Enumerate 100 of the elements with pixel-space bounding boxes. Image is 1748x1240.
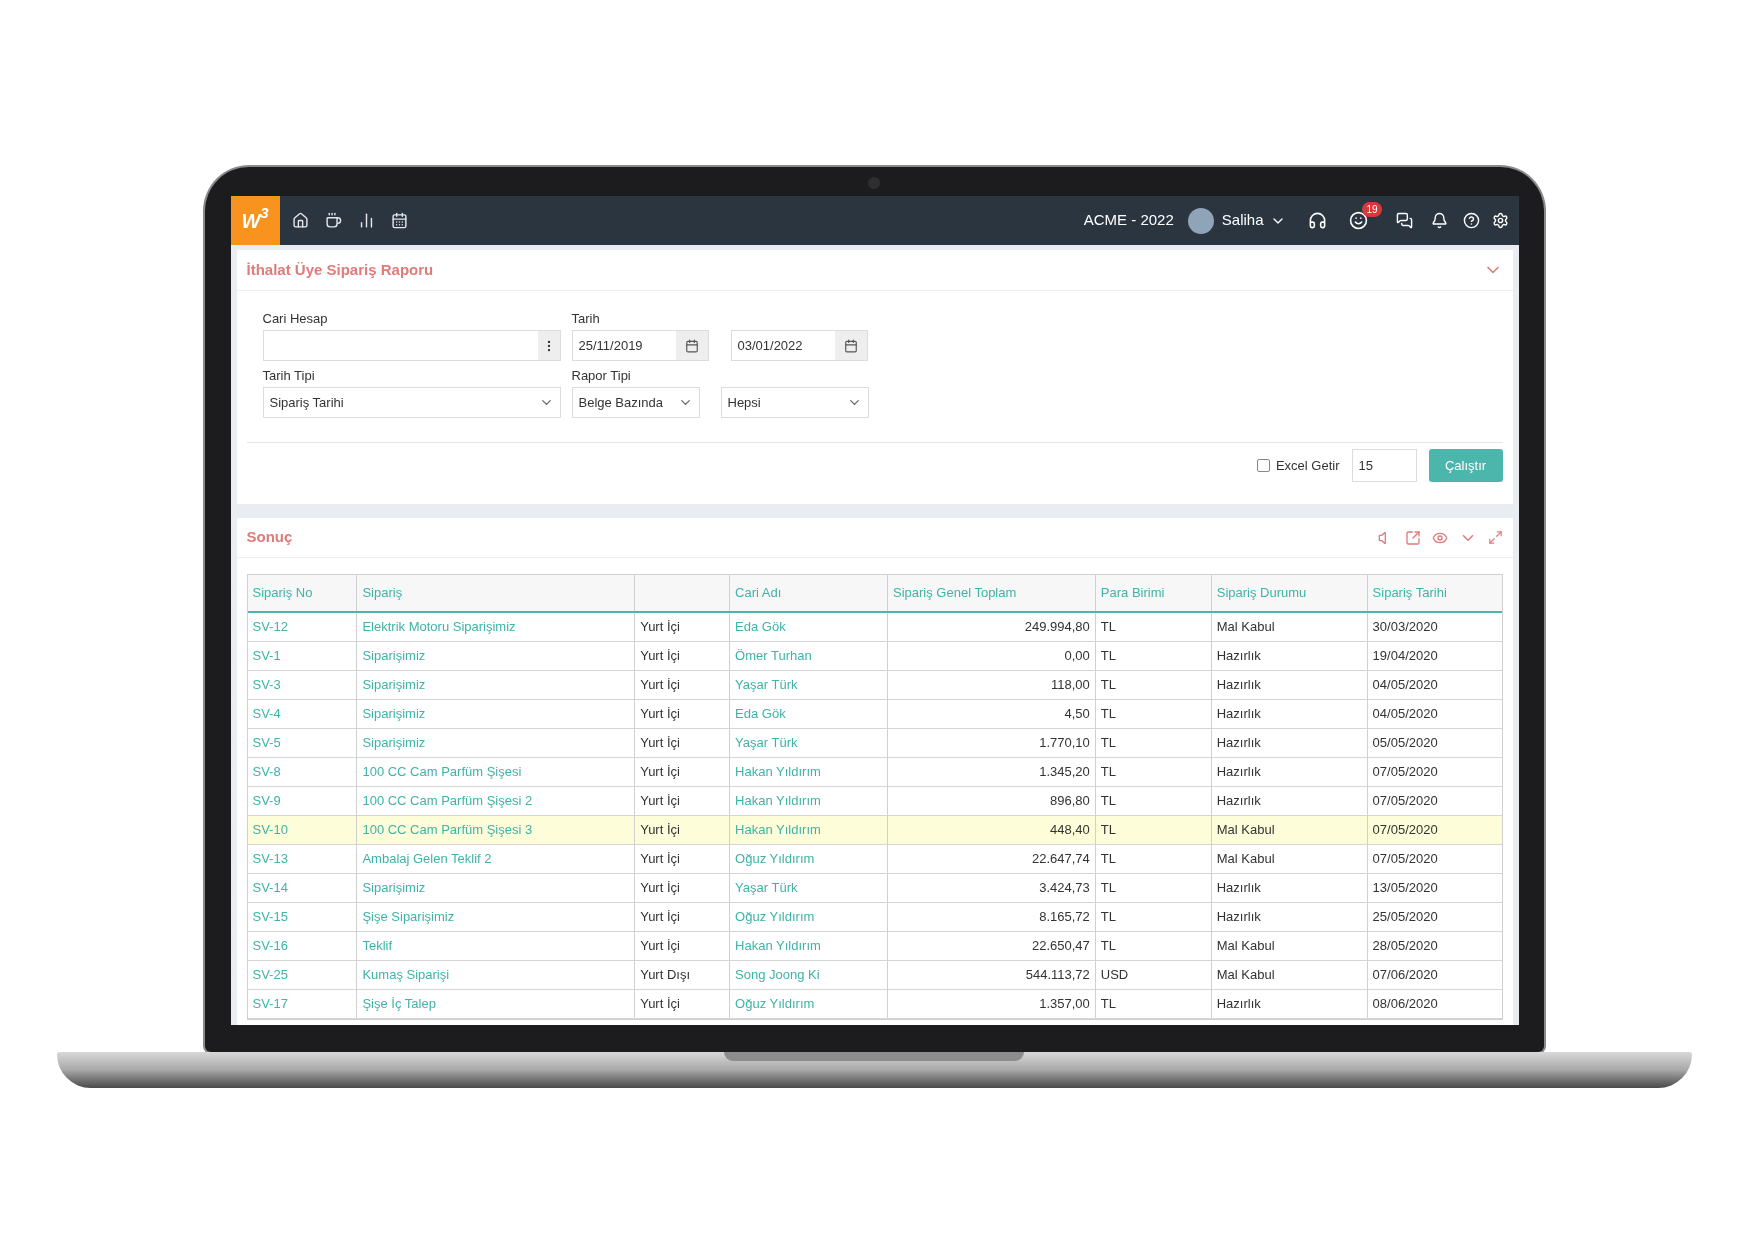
table-cell-text: Yurt İçi xyxy=(640,763,680,782)
settings-icon[interactable] xyxy=(1491,212,1509,229)
table-cell-text: Hazırlık xyxy=(1216,995,1261,1014)
table-link[interactable]: SV-12 xyxy=(252,617,288,637)
table-cell-text: 07/05/2020 xyxy=(1372,792,1438,811)
run-button[interactable]: Çalıştır xyxy=(1428,449,1503,482)
table-cell-text: TL xyxy=(1100,995,1116,1014)
table-link[interactable]: Teklif xyxy=(362,936,393,956)
table-link[interactable]: Siparişimiz xyxy=(362,704,426,724)
table-link[interactable]: SV-17 xyxy=(252,994,288,1014)
expand-icon[interactable] xyxy=(1487,530,1503,545)
table-link[interactable]: Elektrik Motoru Siparişimiz xyxy=(362,617,516,637)
calendar-icon[interactable] xyxy=(390,212,408,229)
input-field[interactable] xyxy=(262,330,561,361)
table-row[interactable]: SV-4 Siparişimiz Yurt İçi Eda Gök 4,50 TL Hazırlık 04/05/2020 xyxy=(247,700,1502,729)
table-link[interactable]: SV-25 xyxy=(252,965,288,985)
column-header[interactable]: Sipariş xyxy=(362,583,403,603)
table-link[interactable]: Yaşar Türk xyxy=(735,733,798,753)
table-link[interactable]: 100 CC Cam Parfüm Şişesi xyxy=(362,762,522,782)
table-link[interactable]: SV-5 xyxy=(252,733,281,753)
table-link[interactable]: SV-8 xyxy=(252,762,281,782)
company-name[interactable]: ACME - 2022 xyxy=(1083,209,1174,232)
select-field[interactable]: Sipariş Tarihi xyxy=(262,387,561,418)
table-link[interactable]: Siparişimiz xyxy=(362,878,426,898)
select-field[interactable]: Belge Bazında xyxy=(571,387,700,418)
table-link[interactable]: Şişe Siparişimiz xyxy=(362,907,455,927)
table-link[interactable]: Şişe İç Talep xyxy=(362,994,436,1014)
table-cell-text: Yurt İçi xyxy=(640,937,680,956)
table-link[interactable]: Kumaş Siparişi xyxy=(362,965,450,985)
table-link[interactable]: Eda Gök xyxy=(735,617,786,637)
table-link[interactable]: Siparişimiz xyxy=(362,675,426,695)
column-header[interactable]: Sipariş No xyxy=(252,583,313,603)
help-icon[interactable] xyxy=(1462,212,1480,229)
table-link[interactable]: Hakan Yıldırım xyxy=(735,936,821,956)
user-name[interactable]: Saliha xyxy=(1221,209,1264,232)
table-link[interactable]: SV-13 xyxy=(252,849,288,869)
table-cell-text: 30/03/2020 xyxy=(1372,618,1438,637)
column-header[interactable]: Cari Adı xyxy=(735,583,782,603)
table-row[interactable]: SV-9 100 CC Cam Parfüm Şişesi 2 Yurt İçi Hakan Yıldırım 896,80 TL Hazırlık 07/05/2020 xyxy=(247,787,1502,816)
coffee-cup-icon[interactable] xyxy=(324,212,342,229)
table-link[interactable]: Yaşar Türk xyxy=(735,878,798,898)
table-link[interactable]: SV-3 xyxy=(252,675,281,695)
table-link[interactable]: SV-9 xyxy=(252,791,281,811)
column-header[interactable]: Para Birimi xyxy=(1100,583,1165,603)
table-link[interactable]: Oğuz Yıldırım xyxy=(735,994,815,1014)
table-cell-text: Mal Kabul xyxy=(1216,821,1275,840)
table-link[interactable]: Hakan Yıldırım xyxy=(735,762,821,782)
table-row[interactable]: SV-14 Siparişimiz Yurt İçi Yaşar Türk 3.424,73 TL Hazırlık 13/05/2020 xyxy=(247,874,1502,903)
table-link[interactable]: Yaşar Türk xyxy=(735,675,798,695)
export-icon[interactable] xyxy=(1404,529,1421,546)
table-link[interactable]: SV-4 xyxy=(252,704,281,724)
table-link[interactable]: SV-10 xyxy=(252,820,288,840)
table-link[interactable]: Ömer Turhan xyxy=(735,646,812,666)
bell-icon[interactable] xyxy=(1430,212,1448,229)
table-link[interactable]: Hakan Yıldırım xyxy=(735,791,821,811)
date-field[interactable]: 25/11/2019 xyxy=(571,330,709,361)
table-link[interactable]: 100 CC Cam Parfüm Şişesi 2 xyxy=(362,791,533,811)
table-row[interactable]: SV-17 Şişe İç Talep Yurt İçi Oğuz Yıldırım 1.357,00 TL Hazırlık 08/06/2020 xyxy=(247,990,1502,1019)
column-header[interactable]: Sipariş Tarihi xyxy=(1372,583,1447,603)
table-row[interactable]: SV-13 Ambalaj Gelen Teklif 2 Yurt İçi Oğuz Yıldırım 22.647,74 TL Mal Kabul 07/05/2020 xyxy=(247,845,1502,874)
table-link[interactable]: Siparişimiz xyxy=(362,733,426,753)
date-field[interactable]: 03/01/2022 xyxy=(730,330,868,361)
table-row[interactable]: SV-15 Şişe Siparişimiz Yurt İçi Oğuz Yıldırım 8.165,72 TL Hazırlık 25/05/2020 xyxy=(247,903,1502,932)
smiley-icon[interactable] xyxy=(1348,211,1368,230)
table-link[interactable]: SV-15 xyxy=(252,907,288,927)
table-row[interactable]: SV-12 Elektrik Motoru Siparişimiz Yurt İçi Eda Gök 249.994,80 TL Mal Kabul 30/03/2020 xyxy=(247,613,1502,642)
table-link[interactable]: Oğuz Yıldırım xyxy=(735,907,815,927)
table-row[interactable]: SV-10 100 CC Cam Parfüm Şişesi 3 Yurt İçi Hakan Yıldırım 448,40 TL Mal Kabul 07/05/2020 xyxy=(247,816,1502,845)
column-header[interactable]: Sipariş Durumu xyxy=(1216,583,1307,603)
table-row[interactable]: SV-3 Siparişimiz Yurt İçi Yaşar Türk 118,00 TL Hazırlık 04/05/2020 xyxy=(247,671,1502,700)
table-link[interactable]: SV-14 xyxy=(252,878,288,898)
logo[interactable]: W$^{3}$ xyxy=(230,196,280,245)
headset-icon[interactable] xyxy=(1307,211,1327,230)
table-row[interactable]: SV-5 Siparişimiz Yurt İçi Yaşar Türk 1.770,10 TL Hazırlık 05/05/2020 xyxy=(247,729,1502,758)
table-link[interactable]: Hakan Yıldırım xyxy=(735,820,821,840)
table-cell-text: TL xyxy=(1100,792,1116,811)
table-cell-text: 25/05/2020 xyxy=(1372,908,1438,927)
home-icon[interactable] xyxy=(291,212,309,229)
column-header[interactable]: Sipariş Genel Toplam xyxy=(893,583,1017,603)
table-link[interactable]: Siparişimiz xyxy=(362,646,426,666)
table-link[interactable]: SV-16 xyxy=(252,936,288,956)
select-field[interactable]: Hepsi xyxy=(720,387,869,418)
table-link[interactable]: 100 CC Cam Parfüm Şişesi 3 xyxy=(362,820,533,840)
table-row[interactable]: SV-25 Kumaş Siparişi Yurt Dışı Song Joong Ki 544.113,72 USD Mal Kabul 07/06/2020 xyxy=(247,961,1502,990)
table-link[interactable]: Eda Gök xyxy=(735,704,786,724)
table-link[interactable]: Song Joong Ki xyxy=(735,965,820,985)
table-row[interactable]: SV-16 Teklif Yurt İçi Hakan Yıldırım 22.650,47 TL Mal Kabul 28/05/2020 xyxy=(247,932,1502,961)
user-avatar[interactable] xyxy=(1187,207,1214,234)
table-cell-text: TL xyxy=(1100,850,1116,869)
table-row[interactable]: SV-1 Siparişimiz Yurt İçi Ömer Turhan 0,00 TL Hazırlık 19/04/2020 xyxy=(247,642,1502,671)
checkbox[interactable] xyxy=(1256,459,1270,472)
table-link[interactable]: Oğuz Yıldırım xyxy=(735,849,815,869)
field-label: Tarih xyxy=(571,310,601,327)
table-cell-text: Yurt İçi xyxy=(640,879,680,898)
table-link[interactable]: SV-1 xyxy=(252,646,281,666)
chat-icon[interactable] xyxy=(1395,212,1413,229)
table-link[interactable]: Ambalaj Gelen Teklif 2 xyxy=(362,849,492,869)
table-cell-text: 22.650,47 xyxy=(1031,937,1090,956)
page-size-field[interactable]: 15 xyxy=(1351,449,1417,482)
table-row[interactable]: SV-8 100 CC Cam Parfüm Şişesi Yurt İçi Hakan Yıldırım 1.345,20 TL Hazırlık 07/05/2020 xyxy=(247,758,1502,787)
